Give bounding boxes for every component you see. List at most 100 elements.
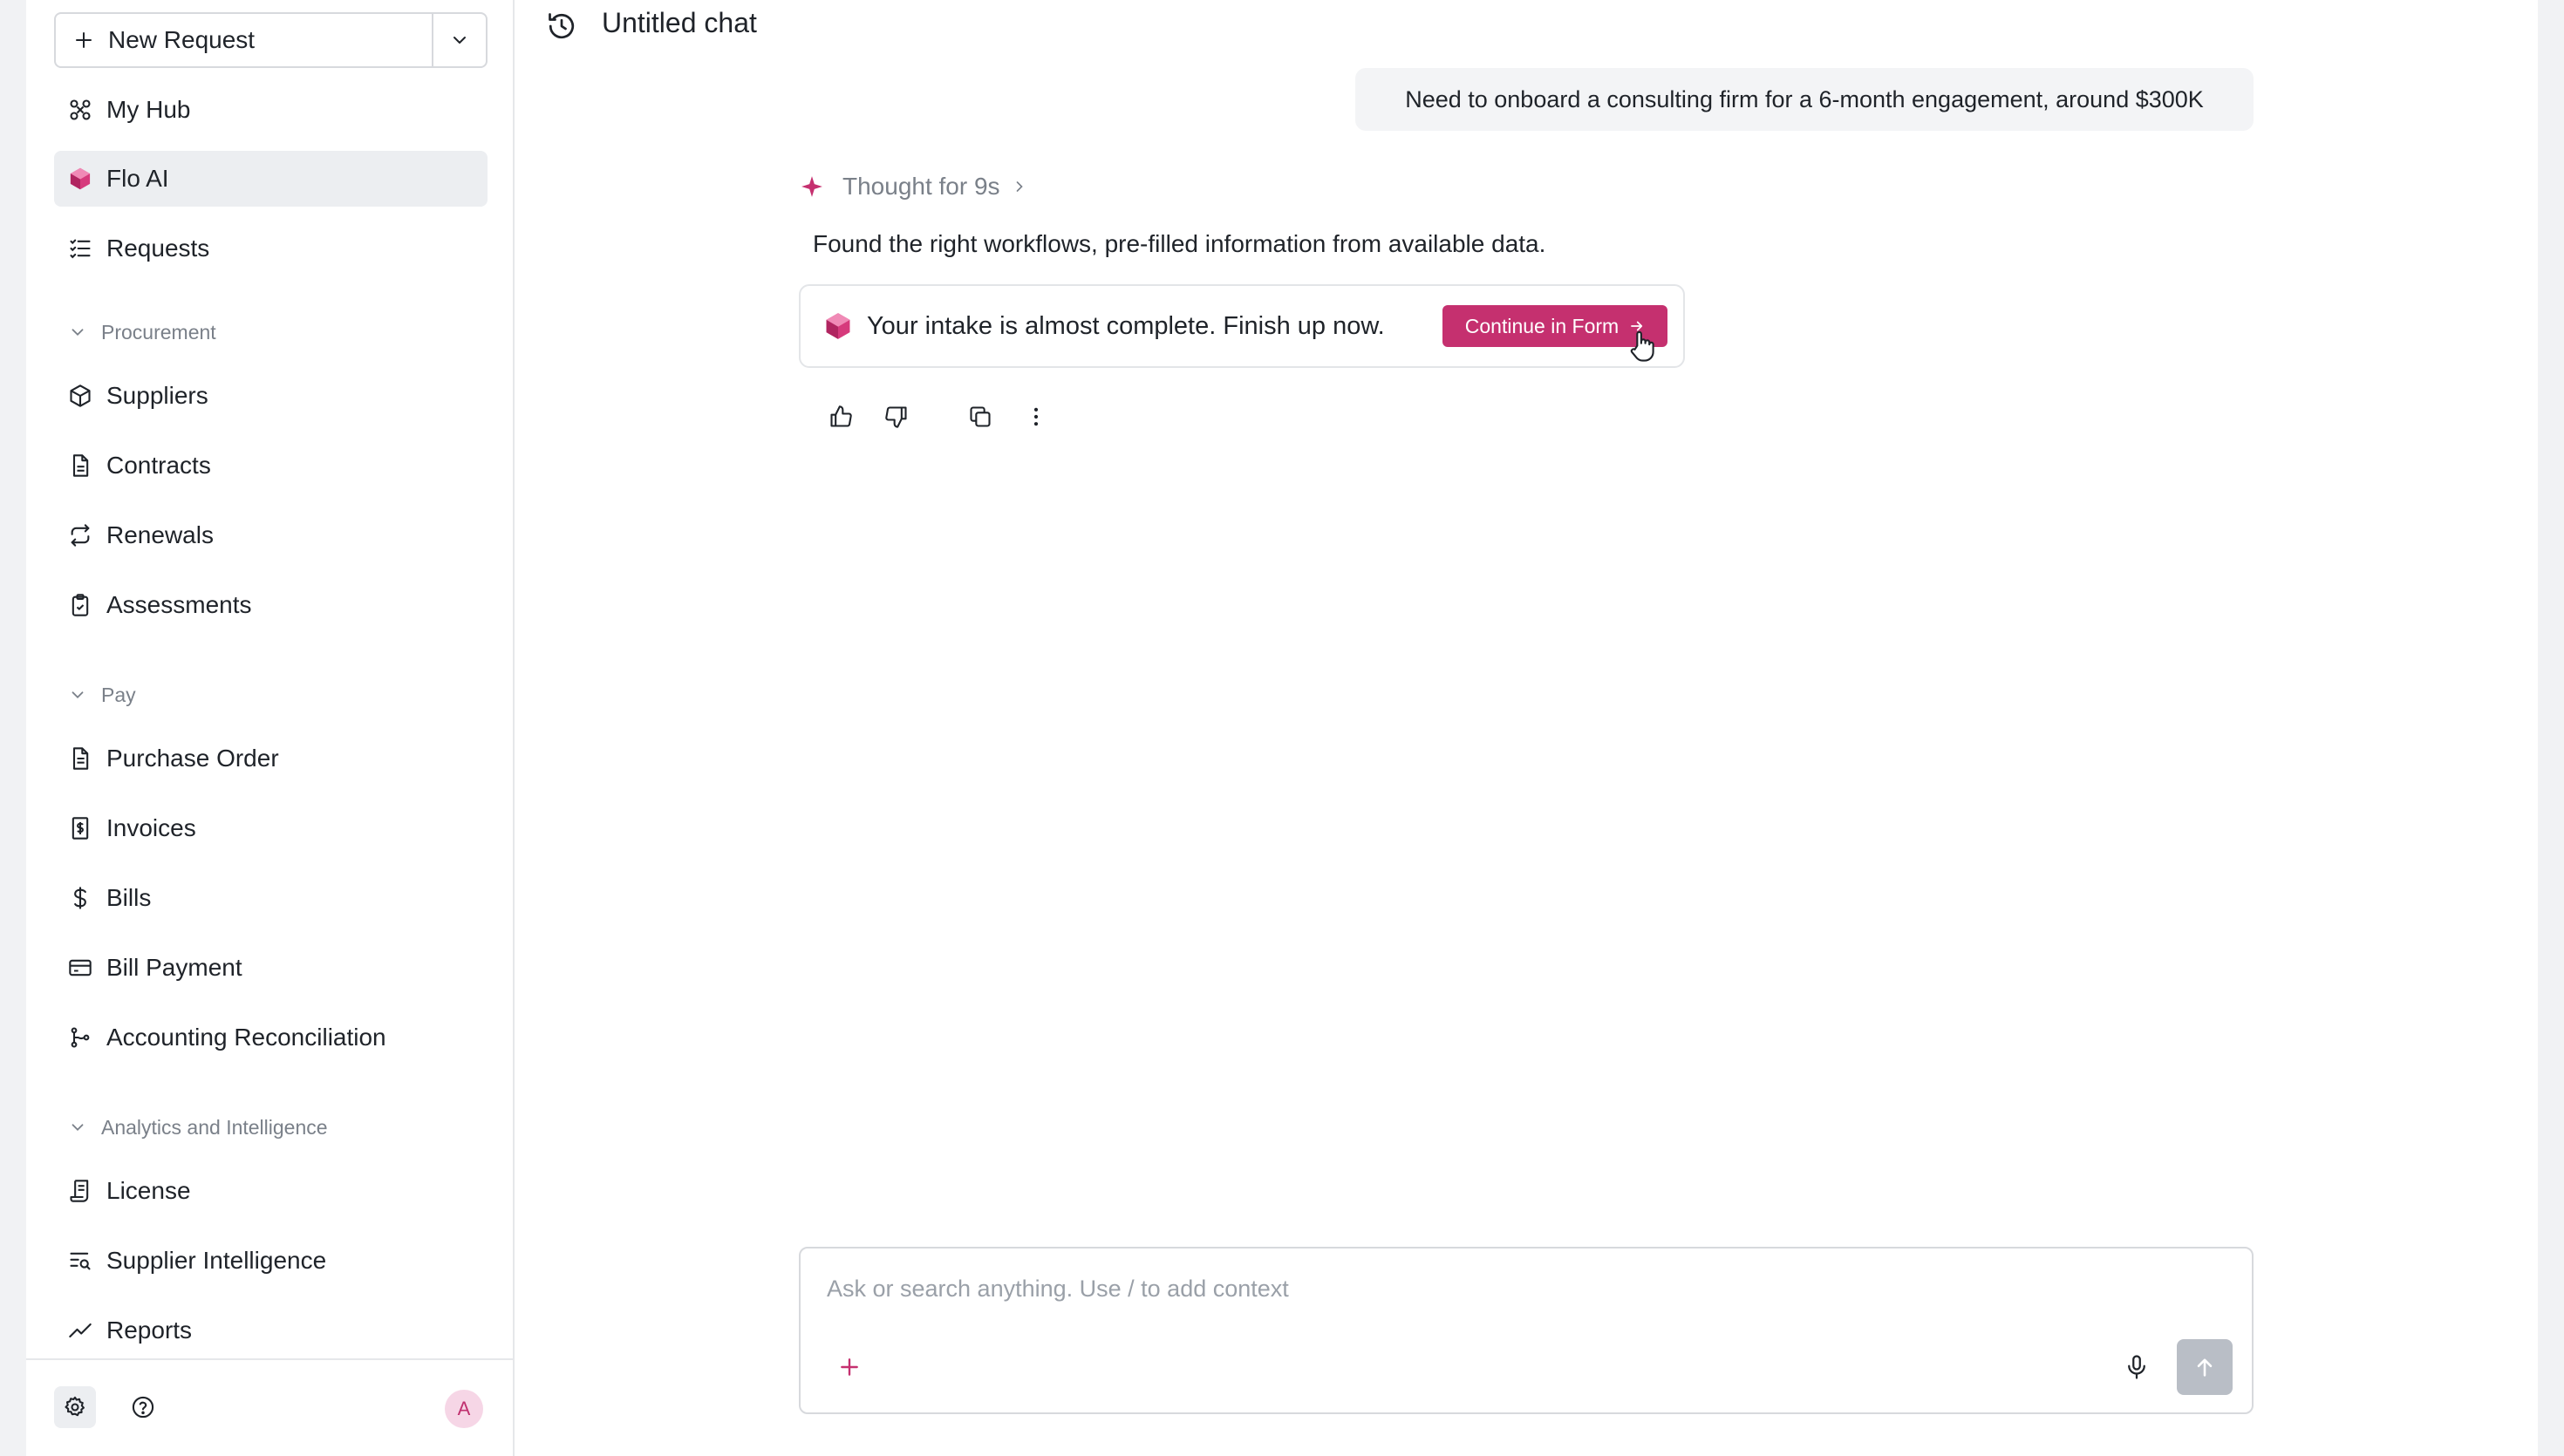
- settings-button[interactable]: [54, 1386, 96, 1428]
- sidebar-item-supplier-intelligence[interactable]: Supplier Intelligence: [54, 1233, 488, 1289]
- sidebar-item-assessments[interactable]: Assessments: [54, 577, 488, 633]
- flo-ai-logo-icon: [826, 313, 850, 339]
- flo-ai-logo-icon: [68, 167, 92, 191]
- sidebar-item-label: Bills: [106, 884, 152, 911]
- invoice-icon: [68, 816, 92, 840]
- user-message-bubble: Need to onboard a consulting firm for a …: [1355, 68, 2254, 131]
- sidebar-item-label: Renewals: [106, 521, 214, 548]
- chevron-down-icon: [72, 329, 84, 337]
- section-toggle-procurement[interactable]: Procurement: [68, 315, 216, 350]
- text-search-icon: [68, 1248, 92, 1273]
- sidebar-item-bill-payment[interactable]: Bill Payment: [54, 940, 488, 996]
- more-vertical-icon: [1033, 407, 1039, 426]
- sidebar-item-accounting-reconciliation[interactable]: Accounting Reconciliation: [54, 1010, 488, 1065]
- sidebar-item-suppliers[interactable]: Suppliers: [54, 368, 488, 424]
- sidebar-footer: A: [26, 1358, 513, 1456]
- plus-icon: [76, 32, 92, 48]
- hand-cursor-icon: [1630, 330, 1654, 362]
- section-label: Pay: [101, 683, 136, 706]
- license-icon: [68, 1179, 92, 1203]
- new-request-label: New Request: [108, 26, 256, 53]
- intake-message: Your intake is almost complete. Finish u…: [867, 311, 1385, 340]
- sidebar-item-label: Flo AI: [106, 165, 169, 192]
- message-actions: [823, 399, 1054, 434]
- chevron-down-icon: [72, 1124, 84, 1132]
- sidebar-item-label: Supplier Intelligence: [106, 1247, 327, 1274]
- continue-label: Continue in Form: [1464, 314, 1620, 337]
- sparkle-icon: [801, 176, 822, 197]
- sidebar-item-label: License: [106, 1177, 191, 1204]
- new-request-button[interactable]: New Request: [56, 14, 432, 66]
- help-circle-icon: [132, 1396, 154, 1419]
- sidebar-item-label: Invoices: [106, 814, 196, 841]
- chevron-down-icon: [453, 37, 466, 44]
- section-label: Analytics and Intelligence: [101, 1115, 328, 1139]
- copy-button[interactable]: [963, 399, 998, 434]
- thought-toggle[interactable]: Thought for 9s: [801, 173, 1028, 201]
- file-text-icon: [68, 746, 92, 771]
- section-label: Procurement: [101, 320, 216, 344]
- dollar-icon: [68, 886, 92, 910]
- checklist-icon: [68, 236, 92, 261]
- sidebar-item-label: Purchase Order: [106, 745, 279, 772]
- chat-composer: [799, 1247, 2254, 1414]
- section-toggle-pay[interactable]: Pay: [68, 677, 136, 712]
- section-toggle-analytics[interactable]: Analytics and Intelligence: [68, 1110, 328, 1145]
- microphone-button[interactable]: [2117, 1348, 2156, 1386]
- thumbs-down-icon: [885, 406, 907, 428]
- new-request-dropdown-button[interactable]: [432, 14, 486, 66]
- chat-title: Untitled chat: [602, 7, 757, 38]
- copy-icon: [970, 406, 991, 427]
- add-attachment-button[interactable]: [832, 1350, 867, 1385]
- thumbs-up-icon: [830, 405, 852, 427]
- sidebar-item-invoices[interactable]: Invoices: [54, 800, 488, 856]
- send-button[interactable]: [2177, 1339, 2233, 1395]
- clipboard-check-icon: [68, 593, 92, 617]
- package-icon: [68, 384, 92, 408]
- chat-input[interactable]: [827, 1268, 2222, 1310]
- git-branch-icon: [68, 1025, 92, 1050]
- sidebar-item-requests[interactable]: Requests: [54, 221, 488, 276]
- right-edge: [2538, 0, 2564, 1456]
- sidebar-item-label: Bill Payment: [106, 954, 242, 981]
- thumbs-down-button[interactable]: [879, 399, 914, 434]
- sidebar-item-renewals[interactable]: Renewals: [54, 507, 488, 563]
- sidebar-item-flo-ai[interactable]: Flo AI: [54, 151, 488, 207]
- sidebar-item-label: Requests: [106, 235, 210, 262]
- gear-icon: [65, 1396, 85, 1417]
- trending-up-icon: [68, 1318, 92, 1343]
- sidebar-item-my-hub[interactable]: My Hub: [54, 82, 488, 138]
- help-button[interactable]: [122, 1386, 164, 1428]
- sidebar-item-label: Contracts: [106, 452, 211, 479]
- sidebar-item-label: My Hub: [106, 96, 191, 123]
- sidebar-item-label: Reports: [106, 1317, 193, 1344]
- hub-icon: [68, 98, 92, 122]
- left-edge: [0, 0, 26, 1456]
- document-icon: [68, 453, 92, 478]
- history-icon[interactable]: [546, 10, 577, 42]
- arrow-up-icon: [2197, 1358, 2213, 1377]
- sidebar-item-purchase-order[interactable]: Purchase Order: [54, 731, 488, 786]
- chevron-right-icon: [1016, 181, 1023, 192]
- thought-label: Thought for 9s: [842, 173, 1000, 200]
- intake-card: Your intake is almost complete. Finish u…: [799, 284, 1685, 368]
- sidebar-item-label: Assessments: [106, 591, 252, 618]
- thumbs-up-button[interactable]: [823, 399, 858, 434]
- plus-icon: [841, 1358, 858, 1376]
- user-message-text: Need to onboard a consulting firm for a …: [1405, 85, 2204, 112]
- assistant-answer-text: Found the right workflows, pre-filled in…: [813, 230, 1546, 257]
- sidebar-item-license[interactable]: License: [54, 1163, 488, 1219]
- sidebar-item-label: Suppliers: [106, 382, 208, 409]
- avatar[interactable]: A: [445, 1390, 483, 1428]
- microphone-icon: [2128, 1355, 2145, 1379]
- more-options-button[interactable]: [1019, 399, 1054, 434]
- sidebar-item-label: Accounting Reconciliation: [106, 1024, 386, 1051]
- sidebar-item-reports[interactable]: Reports: [54, 1303, 488, 1358]
- new-request-split-button: New Request: [54, 12, 488, 68]
- credit-card-icon: [68, 956, 92, 980]
- repeat-icon: [68, 523, 92, 548]
- sidebar: New Request My Hub Flo AI Requests Procu…: [26, 0, 515, 1456]
- sidebar-item-contracts[interactable]: Contracts: [54, 438, 488, 493]
- chevron-down-icon: [72, 691, 84, 699]
- sidebar-item-bills[interactable]: Bills: [54, 870, 488, 926]
